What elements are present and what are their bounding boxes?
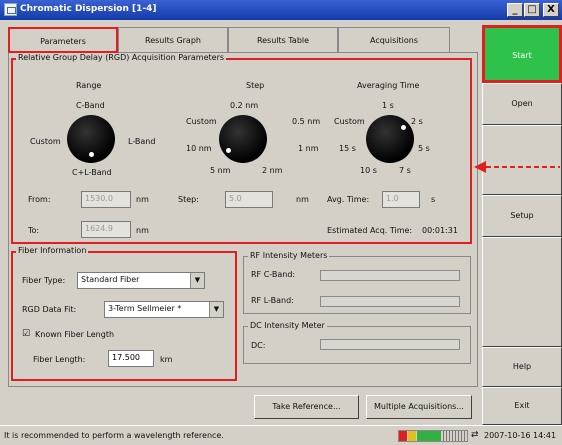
- step-unit: nm: [296, 195, 309, 204]
- avg-option-2s[interactable]: 2 s: [411, 117, 423, 126]
- fiber-length-label: Fiber Length:: [33, 355, 86, 364]
- step-knob[interactable]: [219, 115, 267, 163]
- from-label: From:: [28, 195, 51, 204]
- dc-meter: [320, 339, 460, 350]
- avg-option-10s[interactable]: 10 s: [360, 166, 377, 175]
- take-reference-button[interactable]: Take Reference...: [254, 395, 359, 419]
- rf-c-meter: [320, 270, 460, 281]
- chevron-down-icon: ▼: [190, 273, 204, 288]
- step-option-2nm[interactable]: 2 nm: [262, 166, 283, 175]
- range-option-cband[interactable]: C-Band: [76, 101, 105, 110]
- status-bar: It is recommended to perform a wavelengt…: [0, 425, 562, 445]
- avgtime-unit: s: [431, 195, 436, 204]
- step-option-5nm[interactable]: 5 nm: [210, 166, 231, 175]
- setup-button[interactable]: Setup: [482, 195, 562, 237]
- fiber-length-unit: km: [160, 355, 173, 364]
- rf-l-label: RF L-Band:: [251, 296, 294, 305]
- step-label: Step:: [178, 195, 199, 204]
- avg-option-1s[interactable]: 1 s: [382, 101, 394, 110]
- avg-option-7s[interactable]: 7 s: [399, 166, 411, 175]
- step-option-0-5nm[interactable]: 0.5 nm: [292, 117, 320, 126]
- tab-results-graph[interactable]: Results Graph: [118, 27, 228, 53]
- rgd-fit-value: 3-Term Sellmeier *: [108, 304, 182, 313]
- fiber-length-field[interactable]: 17.500: [108, 350, 154, 367]
- status-datetime: 2007-10-16 14:41: [484, 431, 557, 440]
- range-option-custom[interactable]: Custom: [30, 137, 61, 146]
- knob-indicator: [89, 152, 94, 157]
- connection-icon: ⇄: [471, 430, 479, 440]
- avgtime-field[interactable]: 1.0: [382, 191, 420, 208]
- fiber-type-select[interactable]: Standard Fiber ▼: [77, 272, 205, 289]
- status-message: It is recommended to perform a wavelengt…: [4, 431, 224, 440]
- est-time-label: Estimated Acq. Time:: [327, 226, 413, 235]
- to-field[interactable]: 1624.9: [81, 221, 131, 238]
- dc-legend: DC Intensity Meter: [248, 321, 327, 330]
- app-icon: [4, 3, 17, 16]
- window-title: Chromatic Dispersion [1-4]: [20, 4, 157, 14]
- step-field[interactable]: 5.0: [225, 191, 273, 208]
- range-option-clband[interactable]: C+L-Band: [72, 168, 112, 177]
- est-time-value: 00:01:31: [422, 226, 458, 235]
- range-title: Range: [76, 81, 102, 90]
- rf-legend: RF Intensity Meters: [248, 251, 330, 260]
- step-option-1nm[interactable]: 1 nm: [298, 144, 319, 153]
- step-option-10nm[interactable]: 10 nm: [186, 144, 212, 153]
- fiber-type-label: Fiber Type:: [22, 276, 66, 285]
- avg-option-15s[interactable]: 15 s: [339, 144, 356, 153]
- pointer-arrow-icon: [474, 161, 560, 173]
- start-button[interactable]: Start: [482, 25, 562, 83]
- title-bar: Chromatic Dispersion [1-4] _ □ X: [0, 0, 562, 20]
- help-button[interactable]: Help: [482, 347, 562, 387]
- avg-option-5s[interactable]: 5 s: [418, 144, 430, 153]
- to-label: To:: [28, 226, 40, 235]
- known-length-label: Known Fiber Length: [35, 330, 115, 339]
- rgd-fit-select[interactable]: 3-Term Sellmeier * ▼: [104, 301, 224, 318]
- avg-option-custom[interactable]: Custom: [334, 117, 365, 126]
- knob-indicator: [226, 148, 231, 153]
- rf-l-meter: [320, 296, 460, 307]
- rf-c-label: RF C-Band:: [251, 270, 296, 279]
- close-button[interactable]: X: [543, 3, 559, 17]
- maximize-button[interactable]: □: [524, 3, 540, 17]
- avgtime-label: Avg. Time:: [327, 195, 370, 204]
- range-knob[interactable]: [67, 115, 115, 163]
- from-unit: nm: [136, 195, 149, 204]
- dc-label: DC:: [251, 341, 266, 350]
- step-option-custom[interactable]: Custom: [186, 117, 217, 126]
- open-button[interactable]: Open: [482, 83, 562, 125]
- chevron-down-icon: ▼: [209, 302, 223, 317]
- range-option-lband[interactable]: L-Band: [128, 137, 155, 146]
- tab-acquisitions[interactable]: Acquisitions: [338, 27, 450, 53]
- to-unit: nm: [136, 226, 149, 235]
- rgd-fit-label: RGD Data Fit:: [22, 305, 77, 314]
- exit-button[interactable]: Exit: [482, 387, 562, 425]
- step-option-0-2nm[interactable]: 0.2 nm: [230, 101, 258, 110]
- status-indicator-bar: [398, 430, 468, 442]
- avg-title: Averaging Time: [357, 81, 420, 90]
- tab-parameters[interactable]: Parameters: [8, 27, 118, 53]
- averaging-knob[interactable]: [366, 115, 414, 163]
- knob-indicator: [401, 125, 406, 130]
- multiple-acquisitions-button[interactable]: Multiple Acquisitions...: [366, 395, 472, 419]
- step-title: Step: [246, 81, 265, 90]
- tab-results-table[interactable]: Results Table: [228, 27, 338, 53]
- minimize-button[interactable]: _: [507, 3, 523, 17]
- right-spacer-2: [482, 237, 562, 347]
- fiber-type-value: Standard Fiber: [81, 275, 140, 284]
- from-field[interactable]: 1530.0: [81, 191, 131, 208]
- known-length-checkbox[interactable]: ☑: [22, 329, 30, 339]
- fiber-legend: Fiber Information: [16, 246, 89, 255]
